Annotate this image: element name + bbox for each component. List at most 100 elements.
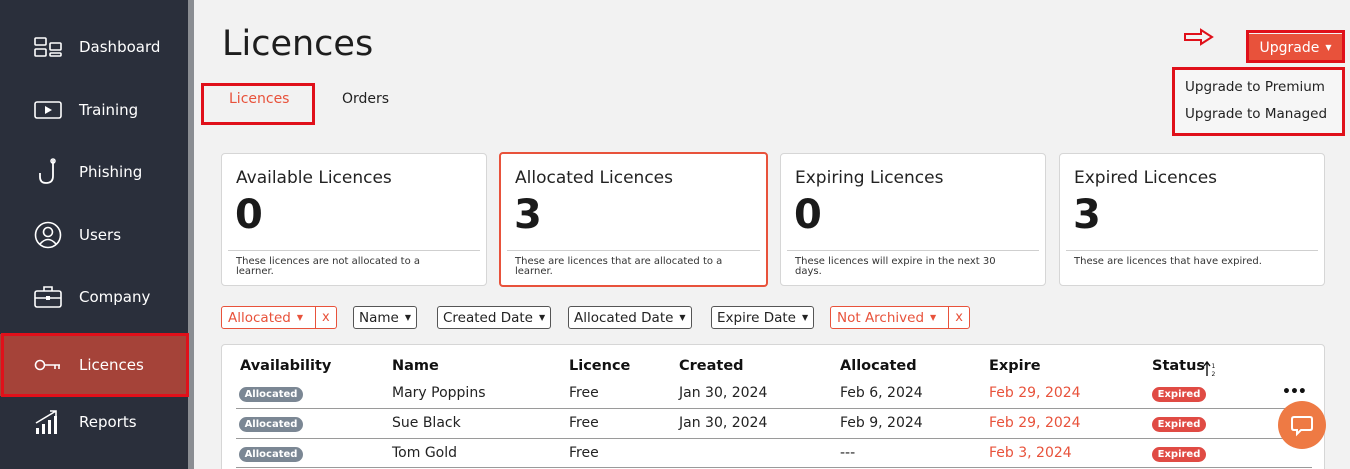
sidebar-item-label: Reports xyxy=(79,413,137,431)
play-icon xyxy=(33,95,63,125)
card-expiring-licences[interactable]: Expiring Licences 0 These licences will … xyxy=(780,153,1046,286)
availability-badge: Allocated xyxy=(239,387,303,402)
card-available-licences[interactable]: Available Licences 0 These licences are … xyxy=(221,153,487,286)
chevron-down-icon: ▼ xyxy=(801,313,809,322)
page-title: Licences xyxy=(222,24,374,64)
cell-licence: Free xyxy=(569,385,599,401)
sidebar-item-company[interactable]: Company xyxy=(0,266,188,328)
filter-label: Name xyxy=(359,309,399,326)
cell-expire: Feb 3, 2024 xyxy=(989,445,1072,461)
close-icon[interactable]: x xyxy=(315,307,336,328)
svg-text:2: 2 xyxy=(1212,371,1216,377)
card-value: 0 xyxy=(794,192,822,238)
menu-item-upgrade-premium[interactable]: Upgrade to Premium xyxy=(1185,79,1325,95)
card-title: Allocated Licences xyxy=(515,168,673,188)
card-description: These licences are not allocated to a le… xyxy=(236,256,421,277)
card-allocated-licences[interactable]: Allocated Licences 3 These are licences … xyxy=(499,152,768,287)
annotation-highlight xyxy=(1246,30,1345,63)
help-chat-button[interactable] xyxy=(1278,401,1326,449)
column-header-created[interactable]: Created xyxy=(679,358,744,374)
briefcase-icon xyxy=(33,282,63,312)
filter-label: Created Date xyxy=(443,309,533,326)
sidebar-item-label: Company xyxy=(79,288,151,306)
column-header-licence[interactable]: Licence xyxy=(569,358,630,374)
cell-allocated: Feb 6, 2024 xyxy=(840,385,923,401)
sort-icon[interactable]: 1 2 xyxy=(1203,361,1217,377)
sidebar: Dashboard Training Phishing Users Compan… xyxy=(0,0,194,469)
cell-name: Mary Poppins xyxy=(392,385,486,401)
sidebar-item-users[interactable]: Users xyxy=(0,204,188,266)
sidebar-item-phishing[interactable]: Phishing xyxy=(0,141,188,203)
filter-allocated-date[interactable]: Allocated Date ▼ xyxy=(568,306,692,329)
cell-licence: Free xyxy=(569,415,599,431)
column-header-name[interactable]: Name xyxy=(392,358,439,374)
card-divider xyxy=(228,250,480,251)
card-divider xyxy=(1066,250,1318,251)
sidebar-item-label: Dashboard xyxy=(79,38,161,56)
sidebar-item-reports[interactable]: Reports xyxy=(0,391,188,453)
status-badge: Expired xyxy=(1152,387,1206,402)
user-icon xyxy=(33,220,63,250)
sidebar-scrollbar[interactable] xyxy=(188,0,194,469)
chat-icon xyxy=(1291,416,1313,437)
filter-created-date[interactable]: Created Date ▼ xyxy=(437,306,552,329)
filter-label: Allocated xyxy=(228,309,291,326)
status-badge: Expired xyxy=(1152,417,1206,432)
filter-expire-date[interactable]: Expire Date ▼ xyxy=(711,306,815,329)
availability-badge: Allocated xyxy=(239,417,303,432)
card-description: These are licences that are allocated to… xyxy=(515,256,723,277)
sidebar-item-label: Users xyxy=(79,226,122,244)
card-description: These licences will expire in the next 3… xyxy=(795,256,996,277)
column-header-allocated[interactable]: Allocated xyxy=(840,358,917,374)
tab-orders[interactable]: Orders xyxy=(342,91,389,107)
column-header-expire[interactable]: Expire xyxy=(989,358,1041,374)
sidebar-item-label: Phishing xyxy=(79,163,143,181)
card-title: Expired Licences xyxy=(1074,168,1218,188)
card-title: Expiring Licences xyxy=(795,168,944,188)
filter-name[interactable]: Name ▼ xyxy=(353,306,417,329)
card-divider xyxy=(507,250,760,251)
annotation-highlight xyxy=(1,333,189,397)
column-header-availability[interactable]: Availability xyxy=(240,358,331,374)
cell-expire: Feb 29, 2024 xyxy=(989,415,1081,431)
cell-allocated: Feb 9, 2024 xyxy=(840,415,923,431)
more-options-icon[interactable]: ••• xyxy=(1282,384,1307,400)
chevron-down-icon: ▼ xyxy=(404,313,411,322)
sidebar-item-training[interactable]: Training xyxy=(0,79,188,141)
card-title: Available Licences xyxy=(236,168,392,188)
filter-archived-select[interactable]: Not Archived ▼ xyxy=(831,307,942,328)
cell-licence: Free xyxy=(569,445,599,461)
cell-expire: Feb 29, 2024 xyxy=(989,385,1081,401)
filter-allocated: Allocated ▼ x xyxy=(221,306,337,329)
upgrade-dropdown-menu: Upgrade to Premium Upgrade to Managed xyxy=(1172,67,1345,136)
chart-icon xyxy=(33,407,63,437)
cell-created: Jan 30, 2024 xyxy=(679,415,768,431)
dashboard-icon xyxy=(33,32,63,62)
menu-item-upgrade-managed[interactable]: Upgrade to Managed xyxy=(1185,106,1327,122)
filter-allocated-select[interactable]: Allocated ▼ xyxy=(222,307,309,328)
sidebar-item-dashboard[interactable]: Dashboard xyxy=(0,16,188,78)
hook-icon xyxy=(33,157,63,187)
filter-archived: Not Archived ▼ x xyxy=(830,306,970,329)
status-badge: Expired xyxy=(1152,447,1206,462)
chevron-down-icon: ▼ xyxy=(679,313,686,322)
svg-text:1: 1 xyxy=(1212,363,1216,370)
cell-name: Tom Gold xyxy=(392,445,458,461)
cell-allocated: --- xyxy=(840,445,856,461)
row-divider xyxy=(236,438,1312,439)
close-icon[interactable]: x xyxy=(948,307,969,328)
availability-badge: Allocated xyxy=(239,447,303,462)
chevron-down-icon: ▼ xyxy=(930,313,937,322)
row-divider xyxy=(236,408,1312,409)
arrow-right-icon xyxy=(1184,28,1214,46)
column-header-status[interactable]: Status xyxy=(1152,358,1205,374)
filter-label: Expire Date xyxy=(717,309,796,326)
chevron-down-icon: ▼ xyxy=(296,313,304,322)
annotation-highlight xyxy=(201,83,315,125)
card-expired-licences[interactable]: Expired Licences 3 These are licences th… xyxy=(1059,153,1325,286)
card-value: 3 xyxy=(1073,192,1101,238)
chevron-down-icon: ▼ xyxy=(539,313,546,322)
row-divider xyxy=(236,467,1312,468)
card-value: 3 xyxy=(514,192,542,238)
filter-label: Not Archived xyxy=(837,309,925,326)
